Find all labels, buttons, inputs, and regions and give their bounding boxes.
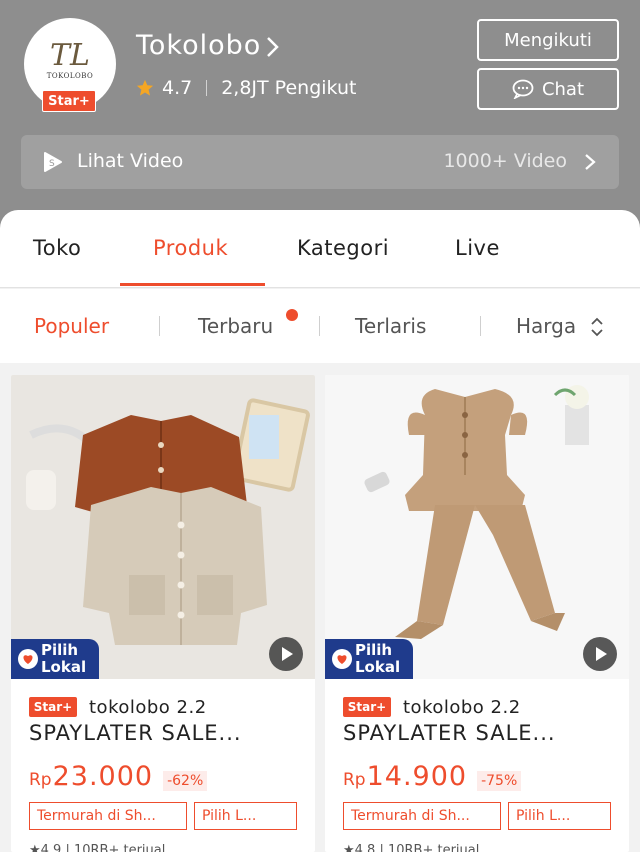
sort-arrows-icon[interactable]: [590, 316, 604, 338]
tab-live[interactable]: Live: [455, 236, 500, 260]
product-image[interactable]: [11, 375, 315, 679]
product-price: 23.000: [52, 761, 154, 792]
sort-populer[interactable]: Populer: [34, 314, 109, 338]
promo-chip: Pilih L...: [508, 802, 611, 830]
shop-stats: 4.7 2,8JT Pengikut: [136, 76, 356, 100]
divider: [319, 316, 320, 336]
shop-logo-mark: TL: [50, 38, 90, 73]
shop-name[interactable]: Tokolobo: [136, 30, 261, 61]
video-bar[interactable]: S Lihat Video 1000+ Video: [21, 135, 619, 189]
shop-tag: tokolobo 2.2: [89, 696, 207, 718]
divider: [480, 316, 481, 336]
active-tab-indicator: [120, 283, 265, 286]
video-play-icon: S: [44, 152, 62, 172]
sales-info: ★4.8 | 10RB+ terjual: [343, 843, 480, 852]
svg-text:S: S: [49, 159, 55, 169]
price-row: Rp 14.900 -75%: [343, 761, 522, 795]
star-plus-badge: Star+: [343, 697, 391, 717]
price-row: Rp 23.000 -62%: [29, 761, 208, 795]
card-meta: Star+ tokolobo 2.2: [343, 696, 521, 718]
sort-bar: Populer Terbaru Terlaris Harga: [0, 289, 640, 363]
divider: [159, 316, 160, 336]
heart-badge-icon: [18, 649, 38, 669]
shop-header: TL TOKOLOBO Star+ Tokolobo 4.7 2,8JT Pen…: [0, 0, 640, 230]
shop-followers: 2,8JT Pengikut: [221, 77, 357, 99]
tab-kategori[interactable]: Kategori: [297, 236, 389, 260]
shop-tabs: Toko Produk Kategori Live: [0, 210, 640, 288]
sort-terlaris[interactable]: Terlaris: [355, 314, 426, 338]
product-image[interactable]: [325, 375, 629, 679]
shop-logo-subtext: TOKOLOBO: [46, 72, 94, 80]
play-icon[interactable]: [269, 637, 303, 671]
card-meta: Star+ tokolobo 2.2: [29, 696, 207, 718]
follow-button[interactable]: Mengikuti: [477, 19, 619, 61]
star-plus-badge: Star+: [29, 697, 77, 717]
chat-button[interactable]: Chat: [477, 68, 619, 110]
product-price: 14.900: [366, 761, 468, 792]
product-card[interactable]: Pilih Lokal Star+ tokolobo 2.2 SPAYLATER…: [325, 375, 629, 852]
currency: Rp: [29, 770, 52, 790]
sort-terbaru[interactable]: Terbaru: [198, 314, 273, 338]
promo-chip: Pilih L...: [194, 802, 297, 830]
heart-badge-icon: [332, 649, 352, 669]
chat-bubble-icon: [512, 79, 534, 99]
chevron-right-icon: [585, 154, 596, 170]
tab-toko[interactable]: Toko: [33, 236, 81, 260]
product-title: SPAYLATER SALE...: [29, 721, 242, 745]
sales-info: ★4.9 | 10RB+ terjual: [29, 843, 166, 852]
star-plus-badge: Star+: [42, 90, 96, 112]
product-title: SPAYLATER SALE...: [343, 721, 556, 745]
discount-badge: -75%: [477, 771, 522, 791]
pilih-lokal-badge: Pilih Lokal: [11, 639, 99, 679]
sort-harga[interactable]: Harga: [516, 314, 576, 338]
currency: Rp: [343, 770, 366, 790]
shop-tag: tokolobo 2.2: [403, 696, 521, 718]
chat-label: Chat: [541, 78, 585, 100]
discount-badge: -62%: [163, 771, 208, 791]
shop-rating: 4.7: [162, 77, 193, 99]
video-label: Lihat Video: [77, 150, 184, 172]
pilih-lokal-label: Pilih Lokal: [355, 641, 401, 676]
pilih-lokal-badge: Pilih Lokal: [325, 639, 413, 679]
star-icon: [136, 79, 154, 96]
follow-label: Mengikuti: [504, 29, 592, 51]
pilih-lokal-label: Pilih Lokal: [41, 641, 87, 676]
play-icon[interactable]: [583, 637, 617, 671]
promo-chip: Termurah di Sh...: [343, 802, 501, 830]
video-count: 1000+ Video: [443, 150, 567, 172]
tab-produk[interactable]: Produk: [153, 236, 228, 260]
promo-chip: Termurah di Sh...: [29, 802, 187, 830]
new-indicator-dot: [286, 309, 298, 321]
product-card[interactable]: Pilih Lokal Star+ tokolobo 2.2 SPAYLATER…: [11, 375, 315, 852]
divider: [206, 80, 208, 96]
chevron-right-icon[interactable]: [262, 34, 282, 60]
